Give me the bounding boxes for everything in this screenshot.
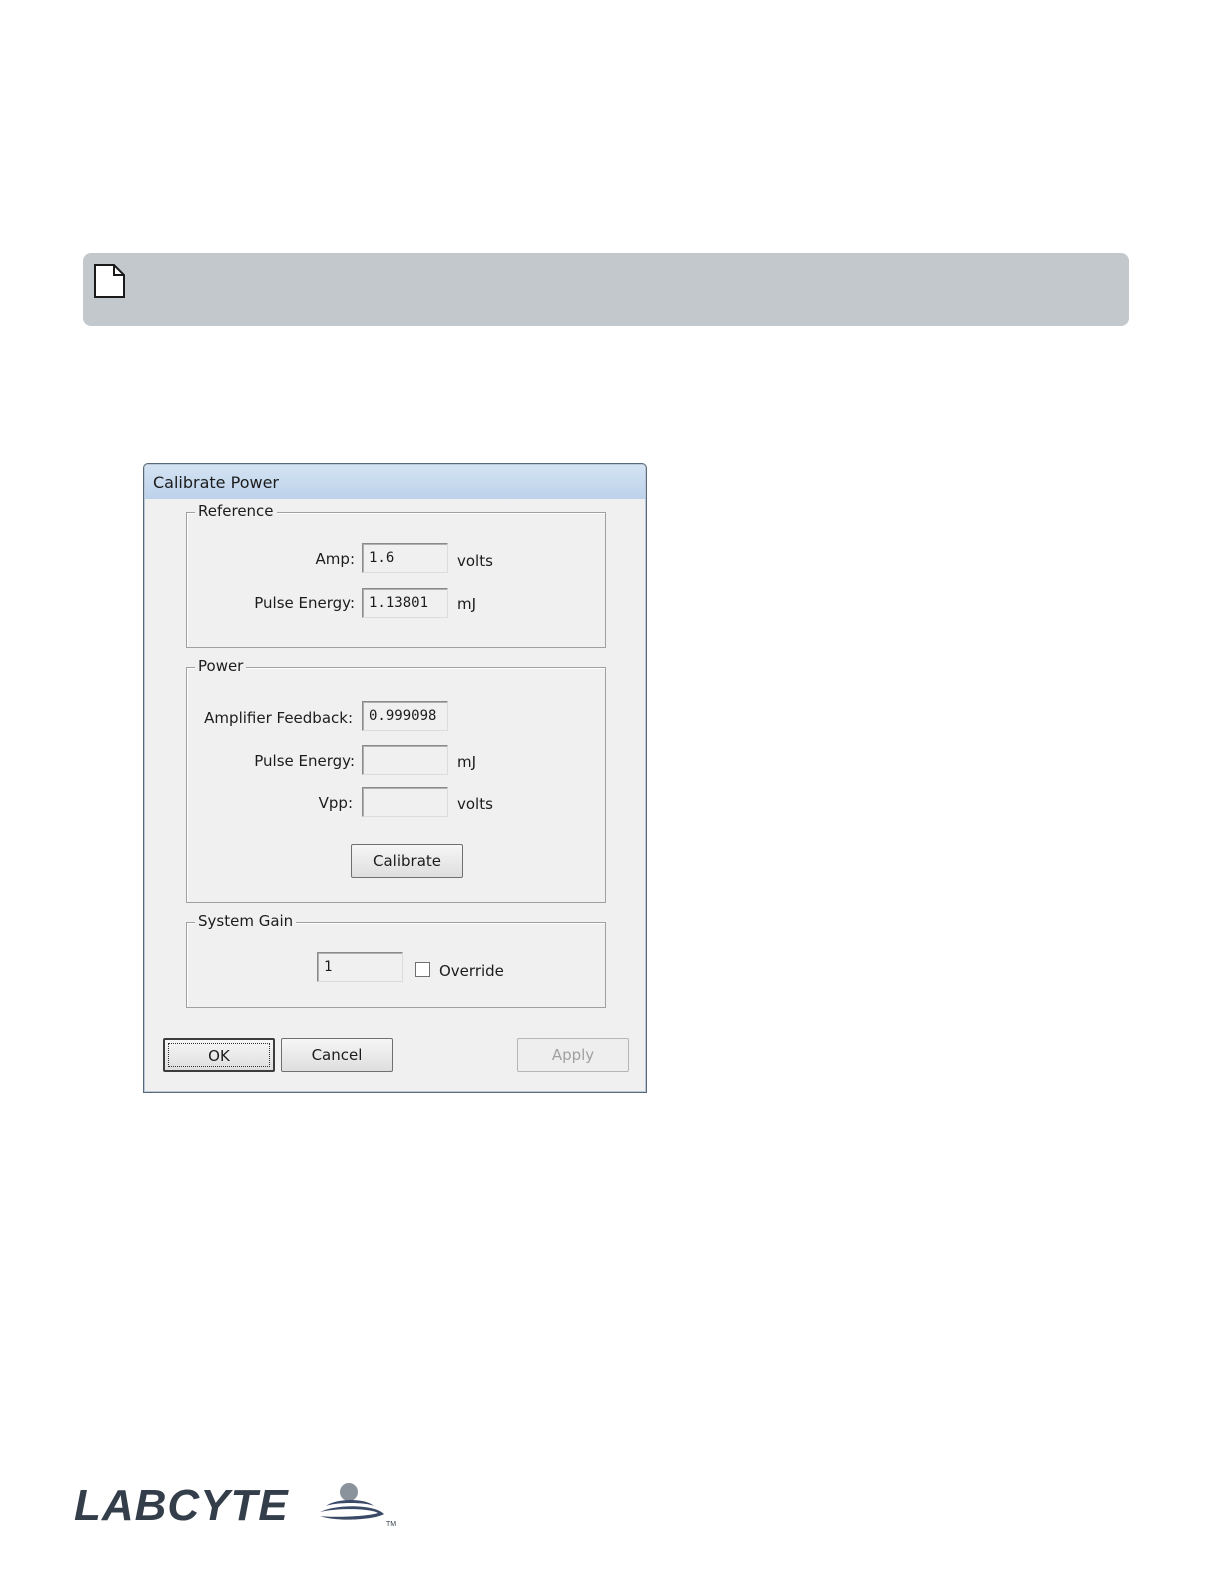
ok-focus-rect [168,1043,270,1067]
power-group: Power Amplifier Feedback: Pulse Energy: … [186,657,606,903]
dialog-body: Reference Amp: volts Pulse Energy: mJ Po… [150,499,640,1086]
vpp-label: Vpp: [318,794,353,812]
apply-button[interactable]: Apply [517,1038,629,1072]
vpp-unit: volts [457,795,493,813]
logo-wordmark: LABCYTE [74,1481,289,1530]
amplifier-feedback-label: Amplifier Feedback: [204,709,353,727]
amp-label: Amp: [315,550,355,568]
logo-trademark: TM [386,1521,396,1528]
calibrate-button[interactable]: Calibrate [351,844,463,878]
dialog-title: Calibrate Power [153,473,279,492]
system-gain-field[interactable] [317,952,403,982]
amp-unit: volts [457,552,493,570]
system-gain-group: System Gain Override [186,912,606,1008]
vpp-field[interactable] [362,787,448,817]
note-banner [83,253,1129,326]
power-pulse-energy-unit: mJ [457,753,477,771]
logo-drop-icon [340,1483,358,1501]
power-pulse-energy-field[interactable] [362,745,448,775]
logo-swoosh-lower-icon [320,1506,384,1520]
amp-field[interactable] [362,543,448,573]
ok-button[interactable]: OK [163,1038,275,1072]
calibrate-power-dialog: Calibrate Power Reference Amp: volts Pul… [143,463,647,1093]
cancel-button[interactable]: Cancel [281,1038,393,1072]
amplifier-feedback-field[interactable] [362,701,448,731]
system-gain-group-label: System Gain [195,912,297,930]
override-checkbox[interactable] [415,962,430,977]
note-page-icon [94,264,125,298]
power-pulse-energy-label: Pulse Energy: [254,752,355,770]
logo-swoosh-icon [326,1500,374,1506]
labcyte-logo: LABCYTE TM [74,1481,396,1530]
reference-group: Reference Amp: volts Pulse Energy: mJ [186,502,606,648]
reference-pulse-energy-label: Pulse Energy: [254,594,355,612]
dialog-titlebar[interactable]: Calibrate Power [145,465,645,499]
reference-pulse-energy-field[interactable] [362,588,448,618]
power-group-label: Power [195,657,247,675]
override-label[interactable]: Override [439,962,504,980]
reference-pulse-energy-unit: mJ [457,595,477,613]
reference-group-label: Reference [195,502,277,520]
